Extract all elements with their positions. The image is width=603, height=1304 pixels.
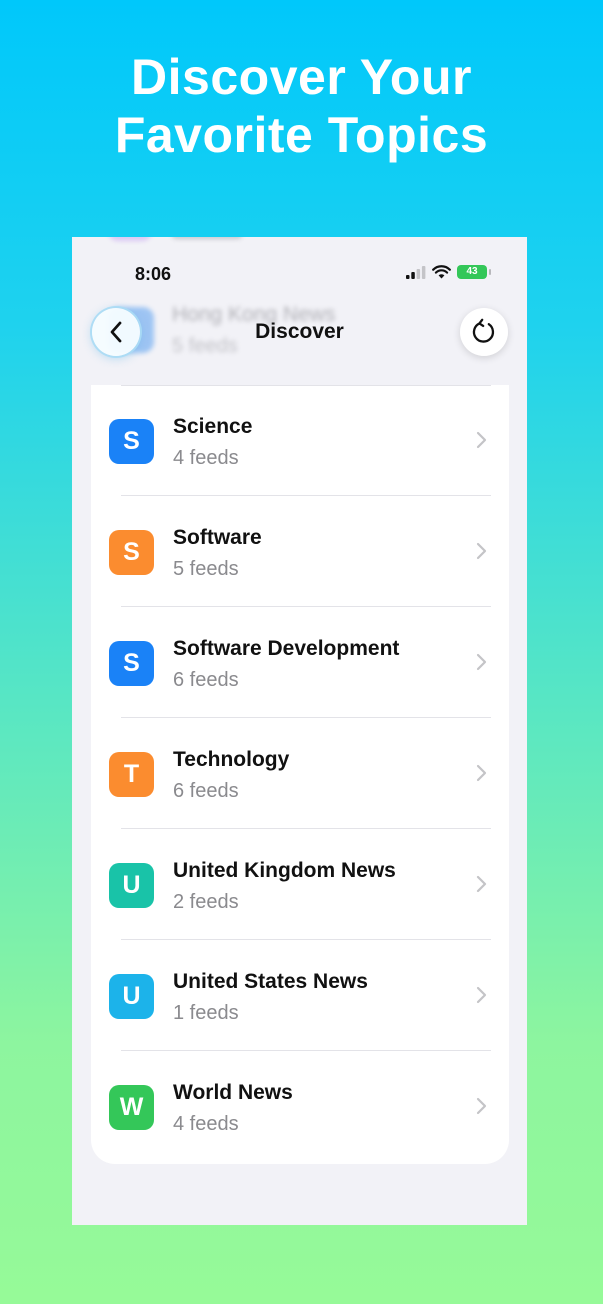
topic-letter-icon: S (109, 641, 154, 686)
topic-letter-icon: U (109, 974, 154, 1019)
chevron-right-icon (476, 653, 487, 671)
chevron-right-icon (476, 431, 487, 449)
chevron-right-icon (476, 986, 487, 1004)
topic-row-technology[interactable]: T Technology 6 feeds (91, 718, 509, 829)
topic-letter-icon: S (109, 530, 154, 575)
chevron-right-icon (476, 875, 487, 893)
topic-row-science[interactable]: S Science 4 feeds (91, 385, 509, 496)
chevron-right-icon (476, 542, 487, 560)
promo-headline-line-2: Favorite Topics (114, 107, 489, 163)
refresh-icon (472, 318, 495, 343)
topic-feed-count: 5 feeds (173, 558, 239, 580)
topic-name: Technology (173, 748, 290, 771)
status-icons: 43 (406, 265, 491, 279)
topic-letter-icon: W (109, 1085, 154, 1130)
chevron-right-icon (476, 1097, 487, 1115)
topic-feed-count: 1 feeds (173, 1002, 239, 1024)
chevron-right-icon (476, 764, 487, 782)
navigation-bar: Discover (72, 307, 527, 361)
topic-row-world-news[interactable]: W World News 4 feeds (91, 1051, 509, 1162)
topic-feed-count: 4 feeds (173, 447, 239, 469)
status-bar: 8:06 43 (72, 237, 527, 307)
cellular-signal-icon (406, 265, 426, 279)
page-title: Discover (255, 320, 344, 343)
topic-letter-icon: U (109, 863, 154, 908)
topic-name: Software Development (173, 637, 400, 660)
promo-headline: Discover Your Favorite Topics (0, 48, 603, 164)
topic-feed-count: 2 feeds (173, 891, 239, 913)
topic-row-united-kingdom-news[interactable]: U United Kingdom News 2 feeds (91, 829, 509, 940)
topic-name: Software (173, 526, 262, 549)
promo-headline-line-1: Discover Your (131, 49, 472, 105)
topic-row-software[interactable]: S Software 5 feeds (91, 496, 509, 607)
topic-letter-icon: T (109, 752, 154, 797)
refresh-button[interactable] (460, 308, 508, 356)
topic-feed-count: 6 feeds (173, 669, 239, 691)
phone-screen: Hong Kong News 5 feeds 8:06 43 Discover … (72, 237, 527, 1225)
topic-row-software-development[interactable]: S Software Development 6 feeds (91, 607, 509, 718)
wifi-icon (432, 265, 451, 279)
topic-name: Science (173, 415, 253, 438)
topic-name: World News (173, 1081, 293, 1104)
battery-icon: 43 (457, 265, 491, 279)
topic-feed-count: 6 feeds (173, 780, 239, 802)
topic-row-united-states-news[interactable]: U United States News 1 feeds (91, 940, 509, 1051)
topic-name: United Kingdom News (173, 859, 396, 882)
topic-name: United States News (173, 970, 368, 993)
topic-letter-icon: S (109, 419, 154, 464)
topic-feed-count: 4 feeds (173, 1113, 239, 1135)
status-time: 8:06 (135, 264, 172, 284)
topic-list: S Science 4 feeds S Software 5 feeds S S… (91, 385, 509, 1164)
